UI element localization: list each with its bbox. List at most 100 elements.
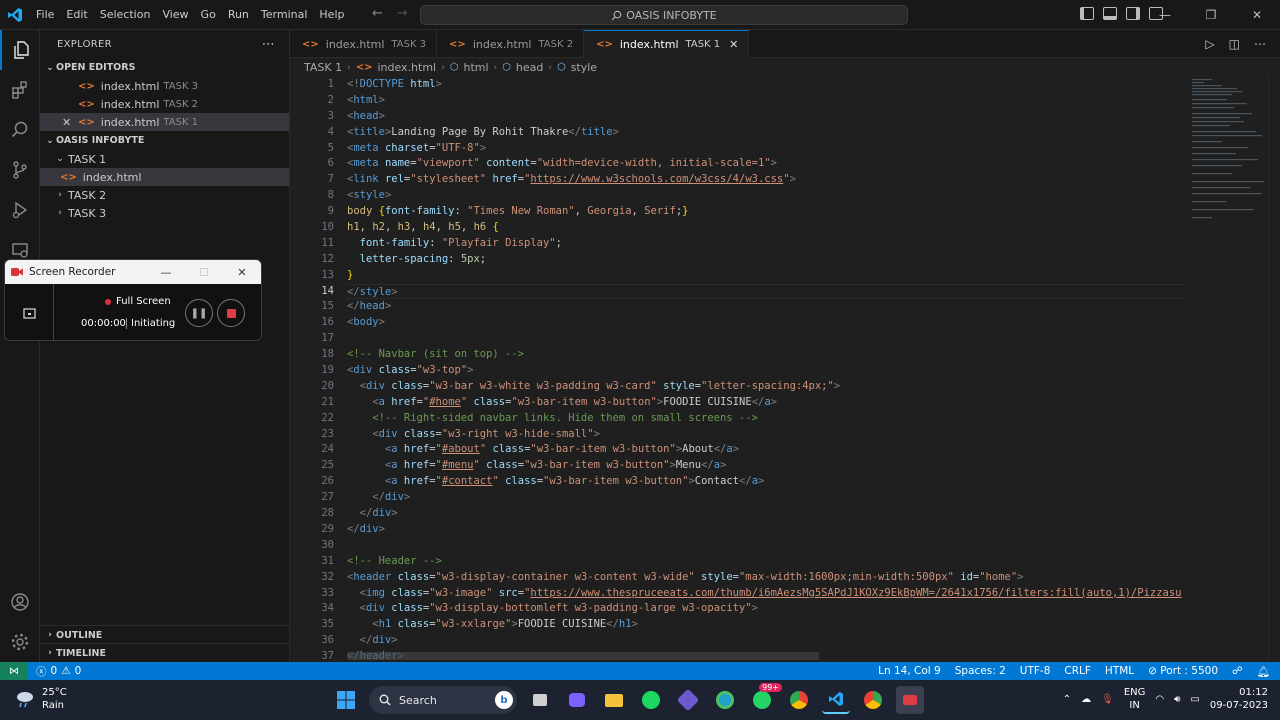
toggle-sidebar-icon[interactable] <box>1080 7 1094 20</box>
toggle-panel-icon[interactable] <box>1103 7 1117 20</box>
workspace-section[interactable]: ⌄ OASIS INFOBYTE <box>40 131 289 150</box>
code-line[interactable]: <!-- Right-sided navbar links. Hide them… <box>347 411 1187 427</box>
maximize-icon[interactable]: ❐ <box>1188 0 1234 30</box>
screen-recorder-taskbar-icon[interactable] <box>896 686 924 714</box>
outline-section[interactable]: › OUTLINE <box>40 625 290 644</box>
code-line[interactable]: font-family: "Playfair Display"; <box>347 236 1187 252</box>
more-actions-icon[interactable]: ⋯ <box>1254 37 1266 51</box>
search-activity-icon[interactable] <box>0 110 40 150</box>
code-line[interactable]: h1, h2, h3, h4, h5, h6 { <box>347 220 1187 236</box>
battery-icon[interactable]: ▭ <box>1190 694 1199 705</box>
code-line[interactable]: body {font-family: "Times New Roman", Ge… <box>347 204 1187 220</box>
run-icon[interactable]: ▷ <box>1205 37 1214 51</box>
code-line[interactable]: <h1 class="w3-xxlarge">FOODIE CUISINE</h… <box>347 617 1187 633</box>
code-line[interactable]: <title>Landing Page By Rohit Thakre</tit… <box>347 125 1187 141</box>
code-line[interactable]: <!-- Header --> <box>347 554 1187 570</box>
live-server-port[interactable]: ⊘ Port : 5500 <box>1148 665 1218 677</box>
menu-edit[interactable]: Edit <box>60 8 93 21</box>
code-line[interactable]: <meta name="viewport" content="width=dev… <box>347 156 1187 172</box>
vertical-scrollbar[interactable] <box>1268 77 1280 662</box>
code-line[interactable]: <div class="w3-display-bottomleft w3-pad… <box>347 601 1187 617</box>
open-editors-section[interactable]: ⌄ OPEN EDITORS <box>40 58 289 77</box>
code-line[interactable]: <a href="#home" class="w3-bar-item w3-bu… <box>347 395 1187 411</box>
back-arrow-icon[interactable]: ← <box>372 6 383 21</box>
remote-indicator-icon[interactable]: ⋈ <box>0 662 28 680</box>
toggle-secondary-sidebar-icon[interactable] <box>1126 7 1140 20</box>
language-mode[interactable]: HTML <box>1105 665 1134 677</box>
file-explorer-icon[interactable] <box>600 686 628 714</box>
code-line[interactable]: <div class="w3-top"> <box>347 363 1187 379</box>
menu-terminal[interactable]: Terminal <box>255 8 314 21</box>
weather-widget[interactable]: 25°C Rain <box>14 686 67 712</box>
stop-button[interactable] <box>217 299 245 327</box>
code-line[interactable]: <img class="w3-image" src="https://www.t… <box>347 586 1187 602</box>
folder-task2[interactable]: › TASK 2 <box>40 186 289 204</box>
code-line[interactable] <box>347 538 1187 554</box>
encoding[interactable]: UTF-8 <box>1020 665 1051 677</box>
code-editor[interactable]: 1 2 3 4 5 6 7 8 9 10 11 12 13 14 15 16 17 18 19 20 21 22 23 24 2… <box>290 77 1190 662</box>
source-control-icon[interactable] <box>0 150 40 190</box>
maximize-icon[interactable]: ☐ <box>185 260 223 284</box>
code-line[interactable]: <head> <box>347 109 1187 125</box>
capture-mode[interactable]: Full Screen <box>105 296 171 307</box>
spotify-icon[interactable] <box>637 686 665 714</box>
run-debug-icon[interactable] <box>0 190 40 230</box>
chrome-profile-icon[interactable] <box>859 686 887 714</box>
code-line[interactable]: <html> <box>347 93 1187 109</box>
volume-icon[interactable]: 🔊︎ <box>1174 694 1180 705</box>
code-line[interactable]: </div> <box>347 490 1187 506</box>
code-line[interactable]: <style> <box>347 188 1187 204</box>
taskbar-search[interactable]: Search b <box>369 686 517 714</box>
tab-task1[interactable]: <> index.html TASK 1 ✕ <box>584 30 750 58</box>
code-line[interactable]: <!-- Navbar (sit on top) --> <box>347 347 1187 363</box>
timeline-section[interactable]: › TIMELINE <box>40 643 290 662</box>
code-lines[interactable]: <!DOCTYPE html> <html> <head> <title>Landin… <box>347 77 1187 662</box>
split-editor-icon[interactable]: ◫ <box>1229 37 1240 51</box>
open-editor-item[interactable]: <> index.html TASK 2 <box>40 95 289 113</box>
vscode-taskbar-icon[interactable] <box>822 686 850 714</box>
code-line[interactable]: letter-spacing: 5px; <box>347 252 1187 268</box>
start-windows-icon[interactable] <box>332 686 360 714</box>
indentation[interactable]: Spaces: 2 <box>955 665 1006 677</box>
command-center[interactable]: OASIS INFOBYTE <box>420 5 908 25</box>
close-icon[interactable]: ✕ <box>223 260 261 284</box>
breadcrumb-node[interactable]: html <box>463 61 488 74</box>
open-editor-item[interactable]: <> index.html TASK 3 <box>40 77 289 95</box>
code-line[interactable]: </div> <box>347 506 1187 522</box>
open-editor-item-active[interactable]: ✕ <> index.html TASK 1 <box>40 113 289 131</box>
whatsapp-icon[interactable]: 99+ <box>748 683 782 714</box>
feedback-icon[interactable]: ☍ <box>1232 665 1243 677</box>
minimize-icon[interactable]: — <box>147 260 185 284</box>
menu-help[interactable]: Help <box>313 8 350 21</box>
wifi-icon[interactable]: ◠ <box>1155 694 1164 705</box>
cursor-position[interactable]: Ln 14, Col 9 <box>878 665 941 677</box>
pause-button[interactable]: ❚❚ <box>185 299 213 327</box>
code-line[interactable]: <a href="#contact" class="w3-bar-item w3… <box>347 474 1187 490</box>
folder-task3[interactable]: › TASK 3 <box>40 204 289 222</box>
tab-task3[interactable]: <> index.html TASK 3 <box>290 30 438 58</box>
code-line[interactable]: </head> <box>347 299 1187 315</box>
menu-run[interactable]: Run <box>222 8 255 21</box>
forward-arrow-icon[interactable]: → <box>397 6 408 21</box>
close-tab-icon[interactable]: ✕ <box>729 38 738 51</box>
minimize-icon[interactable]: — <box>1142 0 1188 30</box>
code-line[interactable] <box>347 331 1187 347</box>
code-line[interactable]: </div> <box>347 522 1187 538</box>
code-line[interactable]: <header class="w3-display-container w3-c… <box>347 570 1187 586</box>
folder-task1[interactable]: ⌄ TASK 1 <box>40 150 289 168</box>
notifications-bell-icon[interactable]: 🔔︎ <box>1257 665 1270 678</box>
task-view-icon[interactable] <box>526 686 554 714</box>
more-actions-icon[interactable]: ⋯ <box>262 37 275 52</box>
menu-go[interactable]: Go <box>195 8 222 21</box>
code-line[interactable]: <link rel="stylesheet" href="https://www… <box>347 172 1187 188</box>
horizontal-scrollbar[interactable] <box>347 652 819 660</box>
code-line[interactable]: <!DOCTYPE html> <box>347 77 1187 93</box>
breadcrumb-file[interactable]: index.html <box>377 61 436 74</box>
code-line[interactable]: <div class="w3-right w3-hide-small"> <box>347 427 1187 443</box>
code-line[interactable]: <meta charset="UTF-8"> <box>347 141 1187 157</box>
explorer-icon[interactable] <box>0 30 40 70</box>
menu-selection[interactable]: Selection <box>94 8 157 21</box>
app-icon[interactable] <box>674 686 702 714</box>
edge-browser-icon[interactable] <box>711 686 739 714</box>
menu-view[interactable]: View <box>156 8 194 21</box>
